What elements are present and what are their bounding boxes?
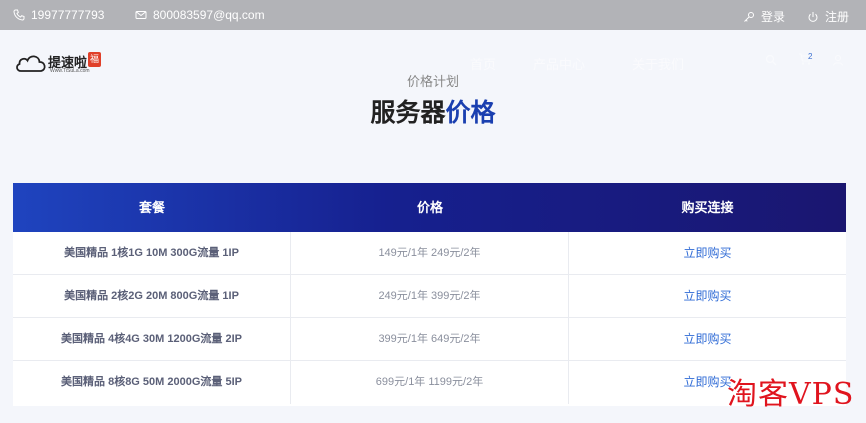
table-row: 美国精品 1核1G 10M 300G流量 1IP 149元/1年 249元/2年…: [13, 232, 846, 275]
email-address: 800083597@qq.com: [153, 8, 265, 22]
login-label: 登录: [761, 10, 786, 24]
mail-icon: [135, 11, 147, 19]
user-icon[interactable]: [832, 54, 844, 66]
price-cell: 399元/1年 649元/2年: [291, 318, 569, 361]
table-row: 美国精品 4核4G 30M 1200G流量 2IP 399元/1年 649元/2…: [13, 318, 846, 361]
power-icon: [808, 11, 818, 22]
plan-cell: 美国精品 1核1G 10M 300G流量 1IP: [13, 232, 291, 275]
table-row: 美国精品 8核8G 50M 2000G流量 5IP 699元/1年 1199元/…: [13, 361, 846, 404]
register-link[interactable]: 注册: [807, 8, 849, 25]
table-row: 美国精品 2核2G 20M 800G流量 1IP 249元/1年 399元/2年…: [13, 275, 846, 318]
section-title: 服务器价格: [0, 93, 866, 129]
table-header: 套餐 价格 购买连接: [13, 183, 846, 232]
logo-badge: 福: [88, 52, 101, 67]
section-subtitle: 价格计划: [406, 74, 459, 89]
watermark-text: 淘客VPS: [727, 377, 855, 412]
top-bar: 19977777793 800083597@qq.com 登录 注册: [0, 0, 866, 30]
register-label: 注册: [825, 10, 850, 24]
price-cell: 249元/1年 399元/2年: [291, 275, 569, 318]
title-accent: 价格: [445, 99, 496, 127]
pricing-table: 套餐 价格 购买连接 美国精品 1核1G 10M 300G流量 1IP 149元…: [13, 183, 846, 406]
search-icon[interactable]: [765, 54, 777, 66]
price-cell: 149元/1年 249元/2年: [291, 232, 569, 275]
plan-cell: 美国精品 4核4G 30M 1200G流量 2IP: [13, 318, 291, 361]
buy-now-link[interactable]: 立即购买: [569, 232, 846, 275]
cart-count-badge: 2: [808, 52, 813, 61]
plan-cell: 美国精品 8核8G 50M 2000G流量 5IP: [13, 361, 291, 404]
column-header-price: 价格: [416, 200, 443, 215]
price-cell: 699元/1年 1199元/2年: [291, 361, 569, 404]
plan-cell: 美国精品 2核2G 20M 800G流量 1IP: [13, 275, 291, 318]
phone-number: 19977777793: [31, 8, 105, 22]
login-link[interactable]: 登录: [743, 8, 785, 25]
contact-phone[interactable]: 19977777793: [13, 8, 104, 22]
column-header-plan: 套餐: [138, 200, 165, 215]
column-header-buy-link: 购买连接: [681, 200, 734, 215]
buy-now-link[interactable]: 立即购买: [569, 275, 846, 318]
contact-email[interactable]: 800083597@qq.com: [135, 8, 265, 22]
phone-icon: [13, 9, 25, 21]
key-icon: [744, 11, 754, 22]
title-main: 服务器: [370, 99, 446, 127]
buy-now-link[interactable]: 立即购买: [569, 318, 846, 361]
